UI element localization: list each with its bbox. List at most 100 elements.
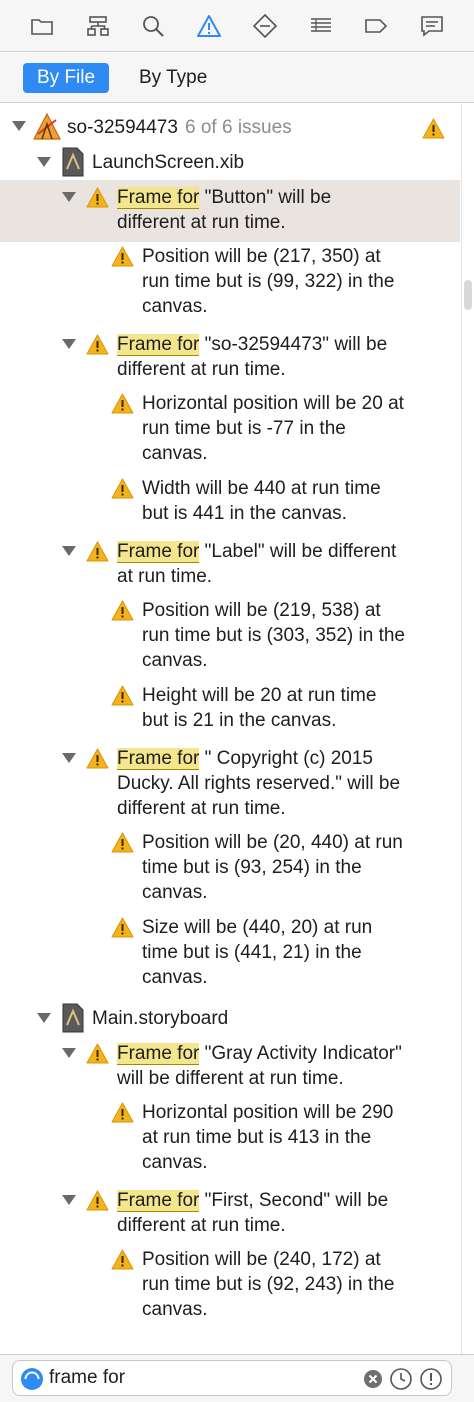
issue-detail-row[interactable]: Position will be (20, 440) at run time bu… — [0, 828, 460, 913]
warning-icon — [111, 478, 134, 499]
comment-icon[interactable] — [417, 11, 447, 41]
issue-detail-text: time but is (93, 254) in the — [142, 857, 362, 878]
issue-detail-row[interactable]: Horizontal position will be 20 at run tim… — [0, 389, 460, 474]
xib-file-icon — [60, 147, 86, 177]
issue-detail-text: but is 21 in the canvas. — [142, 710, 337, 731]
disclosure-triangle-icon[interactable] — [37, 157, 51, 167]
issue-list: so-32594473 6 of 6 issues LaunchScreen.xib… — [0, 104, 460, 1354]
issue-detail-text: Position will be (20, 440) at run — [142, 832, 403, 853]
disclosure-triangle-icon[interactable] — [12, 121, 26, 131]
issue-row[interactable]: Frame for "Gray Activity Indicator" will … — [0, 1036, 460, 1098]
issue-row[interactable]: Frame for "Button" will be different at r… — [0, 180, 460, 242]
issue-title-rest: "so-32594473" will be — [199, 334, 388, 355]
issue-row[interactable]: Frame for "Label" will be different at ru… — [0, 534, 460, 596]
warning-icon — [111, 917, 134, 938]
issue-title: Frame for "Gray Activity Indicator" — [117, 1041, 402, 1066]
issue-detail-row[interactable]: Height will be 20 at run time but is 21 i… — [0, 681, 460, 741]
issue-detail-row[interactable]: Size will be (440, 20) at run time but is… — [0, 913, 460, 998]
xcode-project-icon — [32, 112, 62, 142]
issue-detail-text: canvas. — [142, 967, 208, 988]
issue-detail-row[interactable]: Position will be (219, 538) at run time b… — [0, 596, 460, 681]
highlight-match: Frame for — [117, 541, 200, 563]
warning-icon — [111, 1102, 134, 1123]
xib-file-icon — [60, 1003, 86, 1033]
warning-icon — [111, 1249, 134, 1270]
clear-icon[interactable] — [363, 1369, 383, 1389]
issue-detail-text: but is 441 in the canvas. — [142, 503, 347, 524]
issue-title-line: will be different at run time. — [117, 1068, 344, 1089]
issue-detail-text: run time but is (303, 352) in the — [142, 625, 405, 646]
warning-icon[interactable] — [194, 11, 224, 41]
filter-field[interactable] — [12, 1360, 452, 1396]
issue-detail-row[interactable]: Position will be (217, 350) at run time b… — [0, 242, 460, 327]
warning-icon — [86, 1043, 109, 1064]
issue-detail-text: canvas. — [142, 1152, 208, 1173]
issue-detail-text: run time but is (99, 322) in the — [142, 271, 395, 292]
issue-row[interactable]: Frame for "First, Second" will be differe… — [0, 1183, 460, 1245]
disclosure-triangle-icon[interactable] — [37, 1013, 51, 1023]
search-icon[interactable] — [138, 11, 168, 41]
warning-icon — [111, 832, 134, 853]
folder-icon[interactable] — [27, 11, 57, 41]
by-type-tab[interactable]: By Type — [125, 63, 221, 93]
issue-title-line: Ducky. All rights reserved." will be — [117, 773, 401, 794]
highlight-match: Frame for — [117, 334, 200, 356]
issue-detail-text: Horizontal position will be 20 at — [142, 393, 404, 414]
issue-detail-text: time but is (441, 21) in the — [142, 942, 362, 963]
filter-scope-icon[interactable] — [19, 1366, 45, 1392]
issue-title-line: at run time. — [117, 566, 213, 587]
warning-icon — [111, 246, 134, 267]
issues-only-icon[interactable] — [419, 1367, 443, 1391]
file-row[interactable]: Main.storyboard — [0, 1000, 460, 1036]
recent-clock-icon[interactable] — [389, 1367, 413, 1391]
issue-title-line: different at run time. — [117, 212, 286, 233]
disclosure-triangle-icon[interactable] — [62, 1195, 76, 1205]
issue-detail-row[interactable]: Width will be 440 at run time but is 441 … — [0, 474, 460, 534]
by-file-tab[interactable]: By File — [23, 63, 110, 93]
issue-detail-text: canvas. — [142, 882, 208, 903]
issue-detail-text: Position will be (217, 350) at — [142, 246, 381, 267]
issue-detail-text: Width will be 440 at run time — [142, 478, 381, 499]
scrollbar-thumb[interactable] — [464, 280, 472, 310]
issue-title: Frame for "First, Second" will be — [117, 1188, 388, 1213]
list-icon[interactable] — [306, 11, 336, 41]
hierarchy-icon[interactable] — [83, 11, 113, 41]
tag-icon[interactable] — [361, 11, 391, 41]
issue-detail-text: canvas. — [142, 1299, 208, 1320]
warning-icon — [86, 187, 109, 208]
issue-title-rest: "Button" will be — [199, 187, 332, 208]
disclosure-triangle-icon[interactable] — [62, 192, 76, 202]
issue-detail-row[interactable]: Position will be (240, 172) at run time b… — [0, 1245, 460, 1330]
warning-icon — [111, 685, 134, 706]
highlight-match: Frame for — [117, 1043, 200, 1065]
issue-title: Frame for " Copyright (c) 2015 — [117, 746, 373, 771]
disclosure-triangle-icon[interactable] — [62, 1048, 76, 1058]
issue-title: Frame for "Label" will be different — [117, 539, 396, 564]
issue-row[interactable]: Frame for "so-32594473" will be different… — [0, 327, 460, 389]
issue-title-rest: "Label" will be different — [199, 541, 397, 562]
disclosure-triangle-icon[interactable] — [62, 753, 76, 763]
disclosure-triangle-icon[interactable] — [62, 546, 76, 556]
issue-detail-text: Horizontal position will be 290 — [142, 1102, 394, 1123]
warning-icon — [86, 334, 109, 355]
issue-title-line: different at run time. — [117, 1215, 286, 1236]
disclosure-triangle-icon[interactable] — [62, 339, 76, 349]
file-name: Main.storyboard — [92, 1008, 229, 1029]
segmented-control-bar: By File By Type — [0, 53, 474, 103]
issue-title-rest: "First, Second" will be — [199, 1190, 389, 1211]
file-row[interactable]: LaunchScreen.xib — [0, 144, 460, 180]
warning-icon — [86, 541, 109, 562]
project-name: so-32594473 — [67, 117, 178, 138]
issue-detail-text: Position will be (219, 538) at — [142, 600, 381, 621]
issue-row[interactable]: Frame for " Copyright (c) 2015 Ducky. All… — [0, 741, 460, 828]
issue-detail-row[interactable]: Horizontal position will be 290 at run ti… — [0, 1098, 460, 1183]
issue-title: Frame for "Button" will be — [117, 185, 331, 210]
diamond-icon[interactable] — [250, 11, 280, 41]
issue-detail-text: run time but is -77 in the — [142, 418, 346, 439]
filter-input[interactable] — [49, 1365, 349, 1391]
project-row[interactable]: so-32594473 6 of 6 issues — [0, 110, 460, 144]
issue-detail-text: Size will be (440, 20) at run — [142, 917, 373, 938]
issue-detail-text: run time but is (92, 243) in the — [142, 1274, 395, 1295]
highlight-match: Frame for — [117, 1190, 200, 1212]
highlight-match: Frame for — [117, 748, 200, 770]
